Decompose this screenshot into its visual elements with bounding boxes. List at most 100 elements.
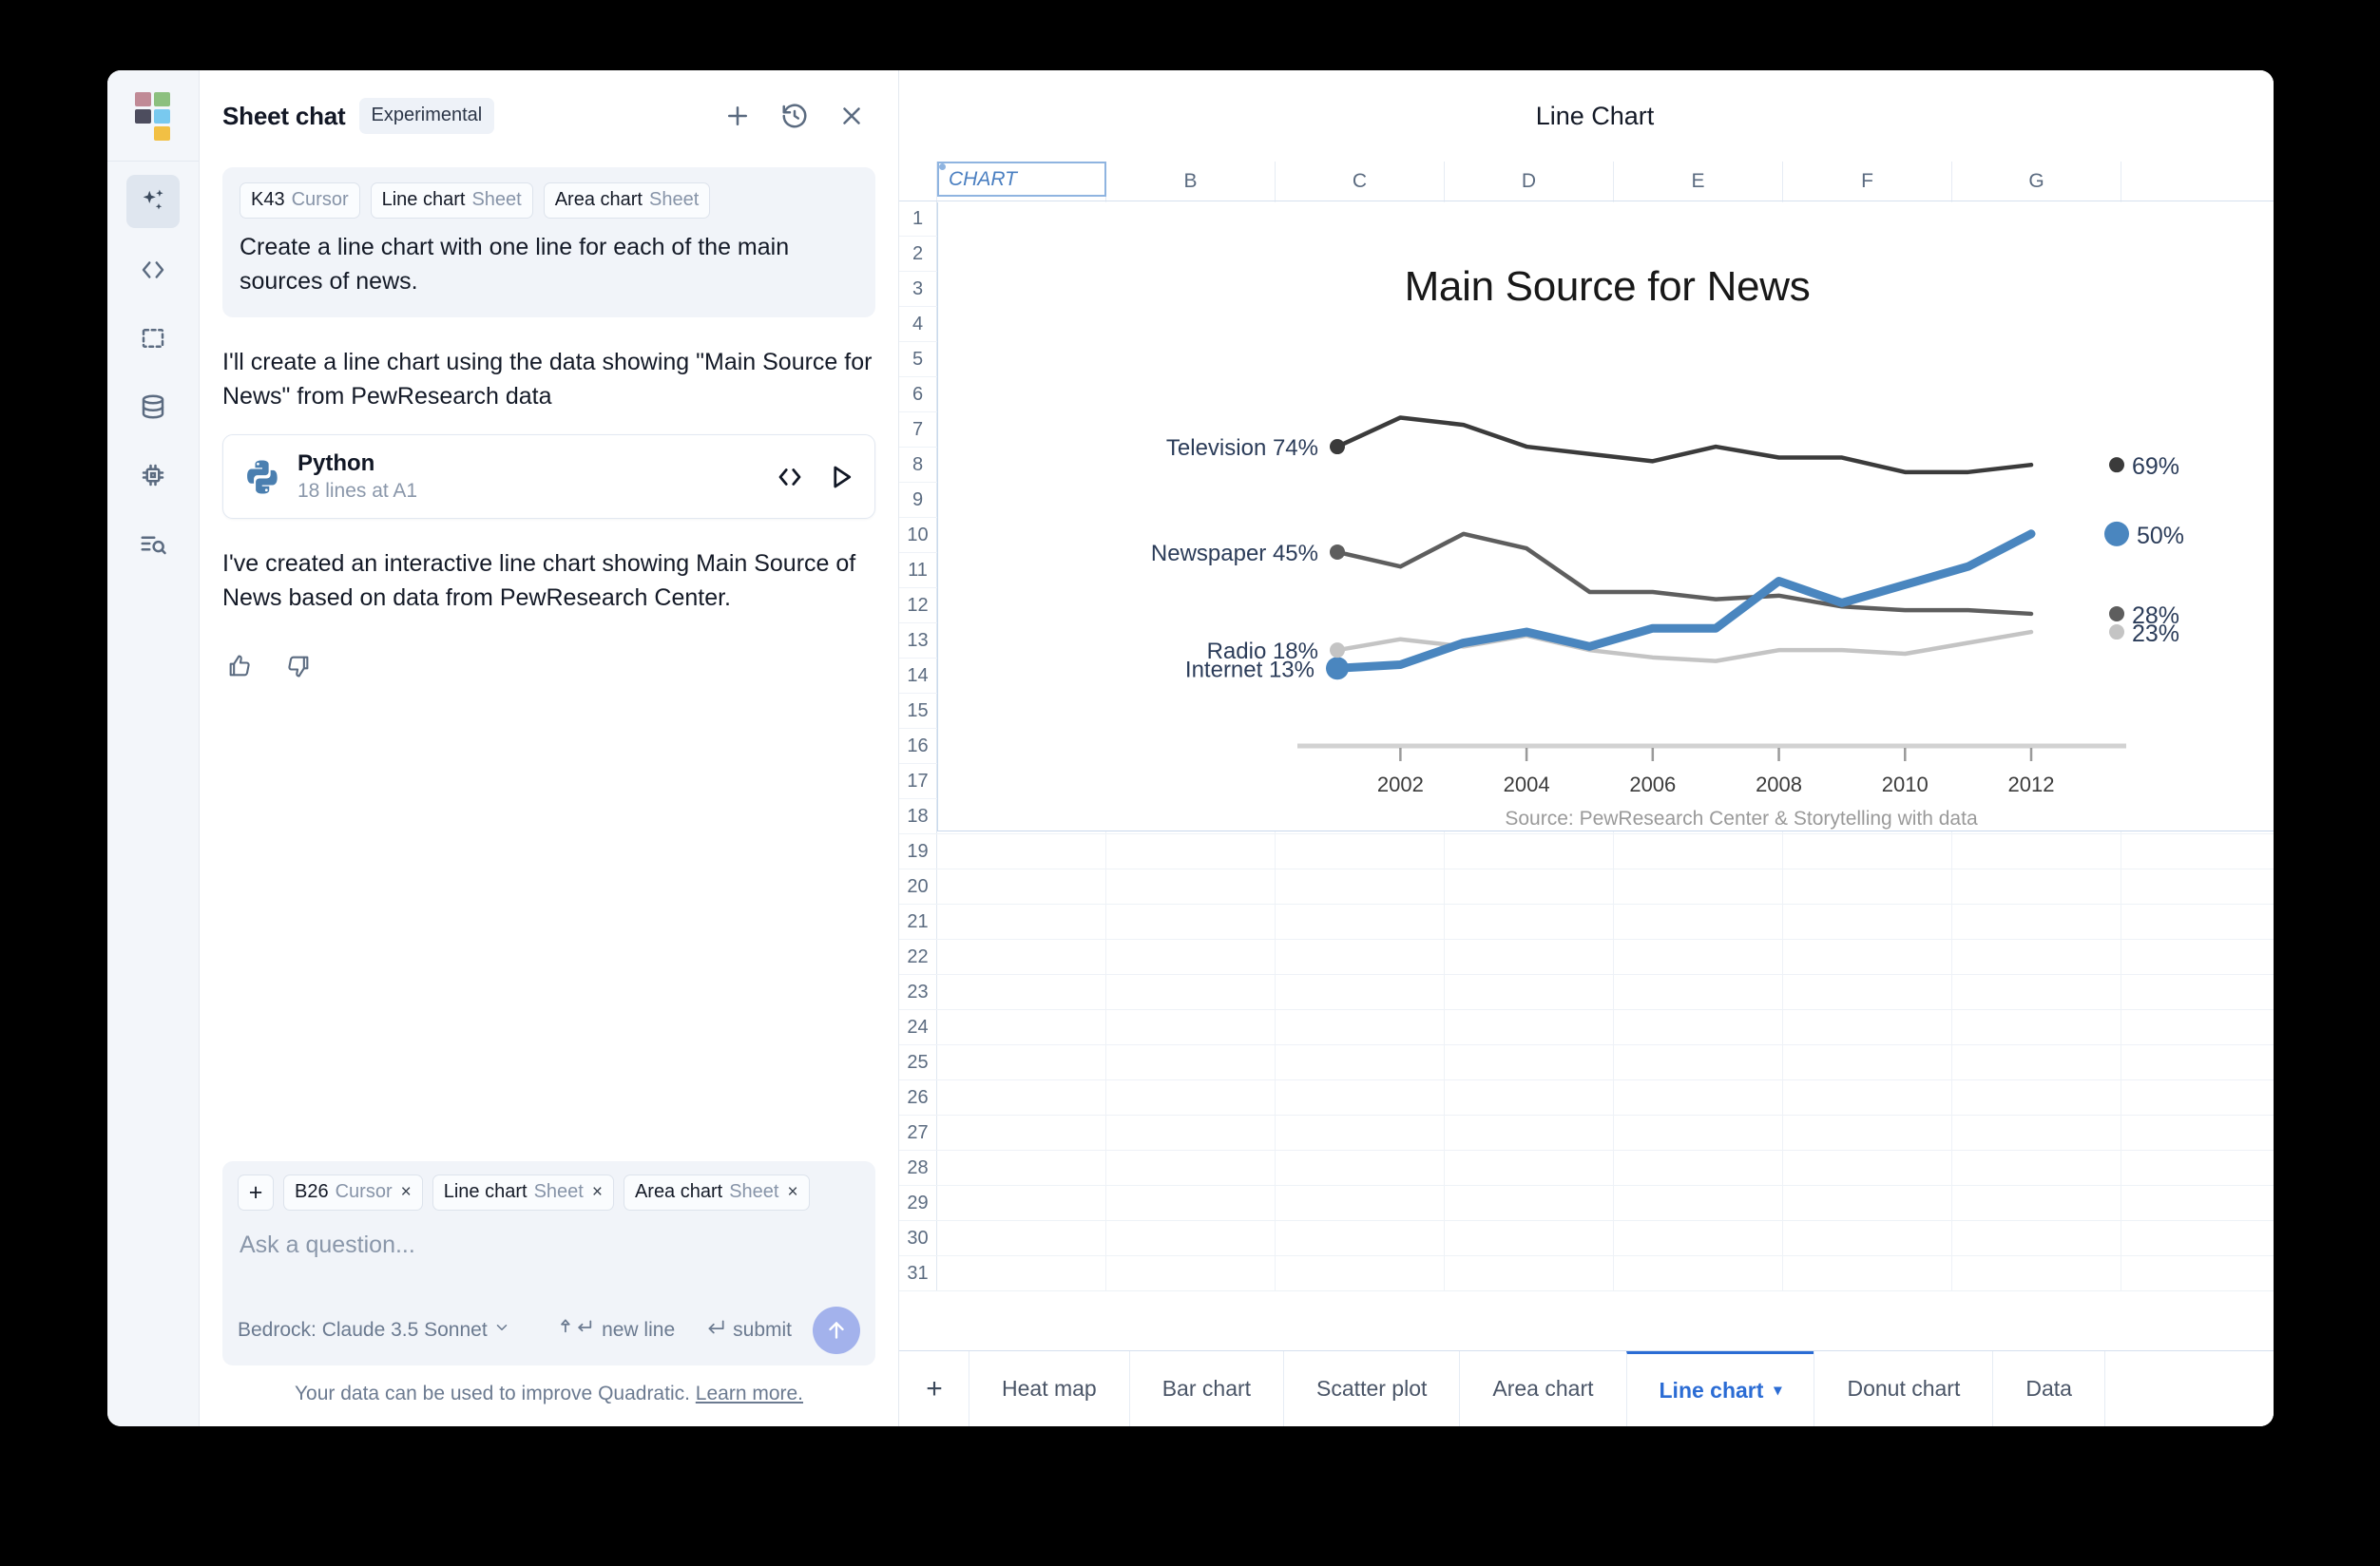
grid-cell[interactable] — [1276, 1221, 1445, 1255]
column-header-B[interactable]: B — [1106, 162, 1276, 201]
grid-cell[interactable] — [1783, 1186, 1952, 1220]
grid-cell[interactable] — [1276, 1186, 1445, 1220]
grid-cell[interactable] — [1783, 1116, 1952, 1150]
grid-cell[interactable] — [1106, 1221, 1276, 1255]
grid-cell[interactable] — [1106, 905, 1276, 939]
grid-cell[interactable] — [1106, 869, 1276, 904]
row-header-26[interactable]: 26 — [899, 1080, 937, 1115]
grid-cell[interactable] — [2121, 1080, 2274, 1115]
grid-cell[interactable] — [1445, 834, 1614, 869]
grid-cell[interactable] — [937, 1116, 1106, 1150]
grid-cell[interactable] — [1952, 1256, 2121, 1290]
sheet-tab-donut-chart[interactable]: Donut chart — [1814, 1351, 1994, 1426]
row-header-2[interactable]: 2 — [899, 237, 937, 271]
sheet-tab-line-chart[interactable]: Line chart ▾ — [1625, 1351, 1815, 1426]
grid-cell[interactable] — [2121, 1045, 2274, 1079]
grid-cell[interactable] — [1276, 869, 1445, 904]
grid-cell[interactable] — [1276, 1010, 1445, 1044]
view-code-button[interactable] — [776, 463, 804, 491]
remove-context-icon[interactable]: × — [592, 1182, 603, 1203]
grid-cell[interactable] — [1276, 1151, 1445, 1185]
row-header-18[interactable]: 18 — [899, 799, 937, 833]
grid-cell[interactable] — [1952, 940, 2121, 974]
sidebar-item-ai-chat[interactable] — [126, 175, 180, 228]
model-selector[interactable]: Bedrock: Claude 3.5 Sonnet — [238, 1319, 510, 1342]
grid-cell[interactable] — [1106, 1151, 1276, 1185]
grid-cell[interactable] — [1106, 1186, 1276, 1220]
grid-cell[interactable] — [1783, 1221, 1952, 1255]
grid-cell[interactable] — [1783, 1045, 1952, 1079]
grid-cell[interactable] — [1445, 869, 1614, 904]
grid-cell[interactable] — [1276, 905, 1445, 939]
row-header-25[interactable]: 25 — [899, 1045, 937, 1079]
sheet-tab-heat-map[interactable]: Heat map — [969, 1351, 1130, 1426]
composer-context-pill[interactable]: Area chart Sheet × — [623, 1174, 810, 1211]
grid-cell[interactable] — [937, 940, 1106, 974]
grid-cell[interactable] — [1783, 1080, 1952, 1115]
grid-cell[interactable] — [1614, 1080, 1783, 1115]
grid-cell[interactable] — [1445, 1045, 1614, 1079]
grid-cell[interactable] — [1952, 1116, 2121, 1150]
column-header-G[interactable]: G — [1952, 162, 2121, 201]
chart-output-panel[interactable]: Main Source for News 2002 2004 2006 2008 201… — [937, 202, 2274, 831]
row-header-3[interactable]: 3 — [899, 272, 937, 306]
grid-cell[interactable] — [1106, 1256, 1276, 1290]
app-logo[interactable] — [107, 70, 199, 162]
grid-cell[interactable] — [1614, 905, 1783, 939]
grid-cell[interactable] — [1445, 1151, 1614, 1185]
grid-cell[interactable] — [1445, 1221, 1614, 1255]
cell-a1[interactable]: CHART — [937, 162, 1106, 197]
grid-cell[interactable] — [937, 1151, 1106, 1185]
grid-cell[interactable] — [2121, 905, 2274, 939]
grid-cell[interactable] — [1106, 975, 1276, 1009]
row-header-11[interactable]: 11 — [899, 553, 937, 587]
composer-context-pill[interactable]: Line chart Sheet × — [432, 1174, 614, 1211]
grid-cell[interactable] — [2121, 1221, 2274, 1255]
grid-cell[interactable] — [2121, 940, 2274, 974]
grid-cell[interactable] — [1783, 869, 1952, 904]
grid-cell[interactable] — [937, 1186, 1106, 1220]
column-header-D[interactable]: D — [1445, 162, 1614, 201]
grid-cell[interactable] — [937, 1080, 1106, 1115]
grid-cell[interactable] — [1952, 905, 2121, 939]
grid-cell[interactable] — [1783, 940, 1952, 974]
row-header-20[interactable]: 20 — [899, 869, 937, 904]
sidebar-item-search[interactable] — [126, 517, 180, 570]
row-header-5[interactable]: 5 — [899, 342, 937, 376]
grid-cell[interactable] — [1614, 940, 1783, 974]
grid-cell[interactable] — [2121, 1186, 2274, 1220]
grid-cell[interactable] — [937, 975, 1106, 1009]
grid-cell[interactable] — [1445, 905, 1614, 939]
row-header-12[interactable]: 12 — [899, 588, 937, 622]
remove-context-icon[interactable]: × — [787, 1182, 797, 1203]
chat-input[interactable]: Ask a question... — [238, 1211, 860, 1307]
grid-cell[interactable] — [1952, 869, 2121, 904]
grid-cell[interactable] — [2121, 869, 2274, 904]
grid-cell[interactable] — [1276, 834, 1445, 869]
grid-cell[interactable] — [1445, 1116, 1614, 1150]
sheet-tab-area-chart[interactable]: Area chart — [1459, 1351, 1627, 1426]
grid-cell[interactable] — [1445, 1186, 1614, 1220]
row-header-22[interactable]: 22 — [899, 940, 937, 974]
grid-cell[interactable] — [1106, 1045, 1276, 1079]
composer-context-pill[interactable]: B26 Cursor × — [283, 1174, 423, 1211]
context-pill[interactable]: Area chart Sheet — [543, 182, 711, 219]
grid-cell[interactable] — [1445, 1080, 1614, 1115]
sheet-tab-bar-chart[interactable]: Bar chart — [1128, 1351, 1285, 1426]
column-header-F[interactable]: F — [1783, 162, 1952, 201]
grid-corner[interactable] — [899, 162, 937, 201]
new-chat-button[interactable] — [716, 94, 759, 138]
grid-cell[interactable] — [937, 1256, 1106, 1290]
row-header-8[interactable]: 8 — [899, 448, 937, 482]
row-header-6[interactable]: 6 — [899, 377, 937, 411]
grid-cell[interactable] — [1106, 1080, 1276, 1115]
grid-cell[interactable] — [1952, 1045, 2121, 1079]
grid-cell[interactable] — [1783, 1151, 1952, 1185]
add-context-button[interactable]: + — [238, 1174, 274, 1211]
grid-cell[interactable] — [1952, 1151, 2121, 1185]
grid-cell[interactable] — [1952, 834, 2121, 869]
row-header-9[interactable]: 9 — [899, 483, 937, 517]
grid-cell[interactable] — [1614, 1116, 1783, 1150]
row-header-19[interactable]: 19 — [899, 834, 937, 869]
send-button[interactable] — [813, 1307, 860, 1354]
